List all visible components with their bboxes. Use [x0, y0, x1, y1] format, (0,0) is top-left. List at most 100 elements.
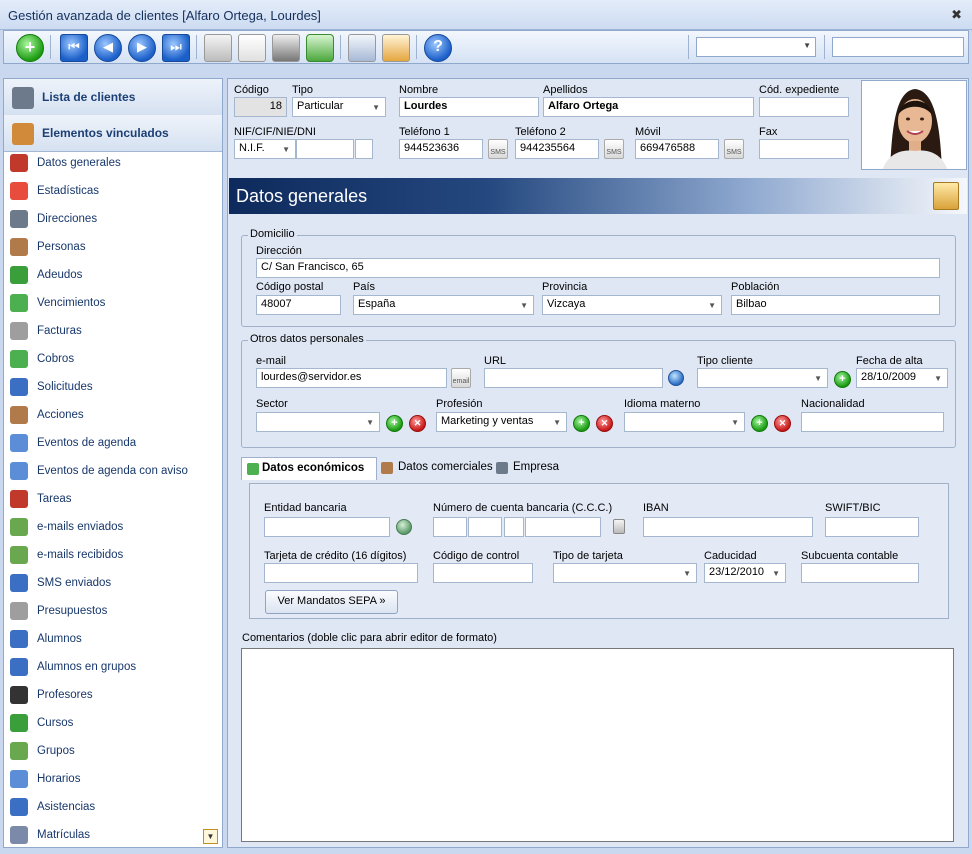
client-photo[interactable]	[861, 80, 967, 170]
email-field[interactable]: lourdes@servidor.es	[256, 368, 447, 388]
sidebar-item-addresses[interactable]: Direcciones	[4, 205, 222, 233]
close-button[interactable]: ✖	[951, 7, 962, 23]
next-record-icon[interactable]: ▶	[128, 34, 156, 62]
help-icon[interactable]: ?	[424, 34, 452, 62]
sidebar-item-teachers[interactable]: Profesores	[4, 681, 222, 709]
copy-icon[interactable]	[238, 34, 266, 62]
add-sector-button[interactable]: +	[386, 415, 403, 432]
last-record-icon[interactable]: ⏭	[162, 34, 190, 62]
remove-profesion-button[interactable]: ✕	[596, 415, 613, 432]
sidebar-item-courses[interactable]: Cursos	[4, 709, 222, 737]
sidebar-item-received-emails[interactable]: e-mails recibidos	[4, 541, 222, 569]
sidebar-item-attendance[interactable]: Asistencias	[4, 793, 222, 821]
expediente-field[interactable]	[759, 97, 849, 117]
sidebar-item-budgets[interactable]: Presupuestos	[4, 597, 222, 625]
ccc-oficina-field[interactable]	[468, 517, 502, 537]
globe-icon[interactable]	[668, 370, 684, 386]
tarjeta-field[interactable]	[264, 563, 418, 583]
nacionalidad-field[interactable]	[801, 412, 944, 432]
ccc-dc-field[interactable]	[504, 517, 524, 537]
telefono1-field[interactable]: 944523636	[399, 139, 483, 159]
iban-field[interactable]	[643, 517, 813, 537]
control-field[interactable]	[433, 563, 533, 583]
swift-field[interactable]	[825, 517, 919, 537]
profesion-select[interactable]: Marketing y ventas ▼	[436, 412, 567, 432]
tab-empresa[interactable]: Empresa	[493, 457, 563, 479]
remove-sector-button[interactable]: ✕	[409, 415, 426, 432]
idioma-select[interactable]: ▼	[624, 412, 745, 432]
ccc-cuenta-field[interactable]	[525, 517, 601, 537]
add-tipo-cliente-button[interactable]: +	[834, 371, 851, 388]
sms-icon[interactable]: SMS	[488, 139, 508, 159]
sidebar-item-groups[interactable]: Grupos	[4, 737, 222, 765]
sidebar-item-invoices[interactable]: Facturas	[4, 317, 222, 345]
bank-search-icon[interactable]	[396, 519, 412, 535]
url-field[interactable]	[484, 368, 663, 388]
tipo-tarjeta-select[interactable]: ▼	[553, 563, 697, 583]
sidebar-header-client-list[interactable]: Lista de clientes	[4, 79, 222, 116]
remove-idioma-button[interactable]: ✕	[774, 415, 791, 432]
sidebar-item-schedules[interactable]: Horarios	[4, 765, 222, 793]
fecha-alta-field[interactable]: 28/10/2009 ▼	[856, 368, 948, 388]
tipo-select[interactable]: Particular ▼	[292, 97, 386, 117]
sidebar-item-statistics[interactable]: Estadísticas	[4, 177, 222, 205]
sidebar-item-due-dates[interactable]: Vencimientos	[4, 289, 222, 317]
poblacion-field[interactable]: Bilbao	[731, 295, 940, 315]
email-icon[interactable]: email	[451, 368, 471, 388]
sidebar-item-students-groups[interactable]: Alumnos en grupos	[4, 653, 222, 681]
add-idioma-button[interactable]: +	[751, 415, 768, 432]
sidebar-item-people[interactable]: Personas	[4, 233, 222, 261]
subcuenta-field[interactable]	[801, 563, 919, 583]
sector-select[interactable]: ▼	[256, 412, 380, 432]
nif-type-select[interactable]: N.I.F. ▼	[234, 139, 296, 159]
nif-field[interactable]	[296, 139, 354, 159]
ccc-entidad-field[interactable]	[433, 517, 467, 537]
settings-icon[interactable]	[348, 34, 376, 62]
fax-field[interactable]	[759, 139, 849, 159]
tipo-cliente-select[interactable]: ▼	[697, 368, 828, 388]
comments-textarea[interactable]	[241, 648, 954, 842]
previous-record-icon[interactable]: ◀	[94, 34, 122, 62]
sms-icon[interactable]: SMS	[604, 139, 624, 159]
sidebar-item-tasks[interactable]: Tareas	[4, 485, 222, 513]
sidebar-item-enrollments[interactable]: Matrículas	[4, 821, 222, 847]
telefono2-field[interactable]: 944235564	[515, 139, 599, 159]
sidebar-header-linked-elements[interactable]: Elementos vinculados	[4, 115, 222, 152]
sidebar-item-sent-emails[interactable]: e-mails enviados	[4, 513, 222, 541]
sepa-mandates-button[interactable]: Ver Mandatos SEPA »	[265, 590, 398, 614]
provincia-select[interactable]: Vizcaya ▼	[542, 295, 722, 315]
sidebar-item-agenda-alerts[interactable]: Eventos de agenda con aviso	[4, 457, 222, 485]
first-record-icon[interactable]: ⏮	[60, 34, 88, 62]
tab-datos-economicos[interactable]: Datos económicos	[241, 457, 377, 480]
refresh-icon[interactable]	[306, 34, 334, 62]
window-title: Gestión avanzada de clientes [Alfaro Ort…	[8, 8, 321, 23]
sms-icon[interactable]: SMS	[724, 139, 744, 159]
sidebar-item-payments[interactable]: Cobros	[4, 345, 222, 373]
sidebar-item-actions[interactable]: Acciones	[4, 401, 222, 429]
nif-letter-field[interactable]	[355, 139, 373, 159]
entidad-field[interactable]	[264, 517, 390, 537]
calendar-icon[interactable]	[382, 34, 410, 62]
sidebar-item-requests[interactable]: Solicitudes	[4, 373, 222, 401]
sidebar-item-debts[interactable]: Adeudos	[4, 261, 222, 289]
calculator-icon[interactable]	[613, 519, 625, 534]
apellidos-field[interactable]: Alfaro Ortega	[543, 97, 754, 117]
pais-select[interactable]: España ▼	[353, 295, 534, 315]
tab-datos-comerciales[interactable]: Datos comerciales	[378, 457, 493, 479]
sidebar-item-students[interactable]: Alumnos	[4, 625, 222, 653]
scroll-down-button[interactable]: ▼	[203, 829, 218, 844]
search-icon[interactable]	[204, 34, 232, 62]
direccion-field[interactable]: C/ San Francisco, 65	[256, 258, 940, 278]
toolbar-search-input[interactable]	[832, 37, 964, 57]
sidebar-item-agenda-events[interactable]: Eventos de agenda	[4, 429, 222, 457]
add-icon[interactable]: +	[16, 34, 44, 62]
nombre-field[interactable]: Lourdes	[399, 97, 539, 117]
print-icon[interactable]	[272, 34, 300, 62]
movil-field[interactable]: 669476588	[635, 139, 719, 159]
toolbar-combo[interactable]: ▼	[696, 37, 816, 57]
cp-field[interactable]: 48007	[256, 295, 341, 315]
sidebar-item-sent-sms[interactable]: SMS enviados	[4, 569, 222, 597]
caducidad-field[interactable]: 23/12/2010 ▼	[704, 563, 786, 583]
sidebar-item-general-data[interactable]: Datos generales	[4, 149, 222, 177]
add-profesion-button[interactable]: +	[573, 415, 590, 432]
